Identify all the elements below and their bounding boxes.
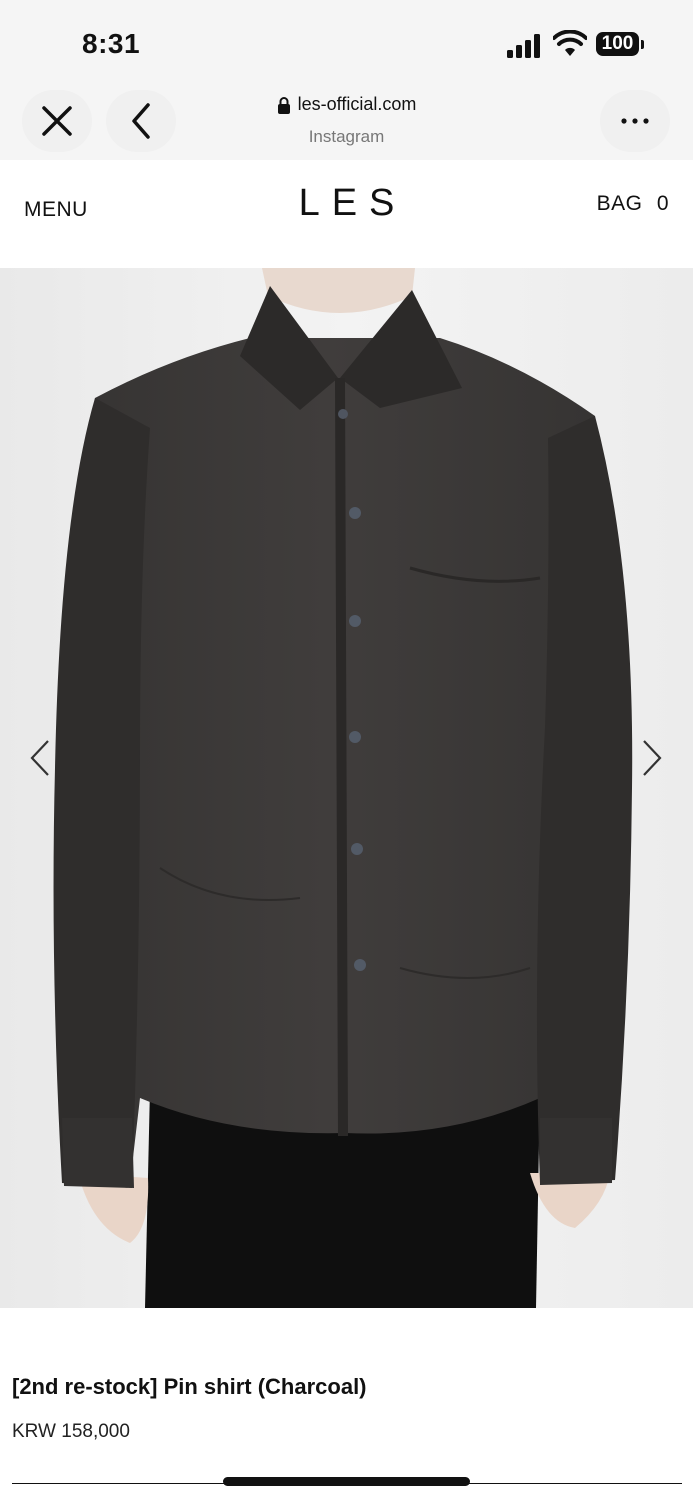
back-chevron-icon	[132, 103, 150, 139]
status-time: 8:31	[82, 28, 141, 59]
bag-count: 0	[656, 192, 669, 215]
product-photo	[0, 268, 693, 1308]
chevron-left-icon[interactable]	[28, 738, 52, 778]
more-options-button[interactable]	[600, 90, 670, 152]
bag-label: BAG	[596, 192, 643, 215]
browser-toolbar: les-official.com Instagram	[0, 90, 693, 160]
lock-icon	[277, 96, 290, 114]
site-header: MENU LES BAG 0	[0, 160, 693, 268]
site-logo[interactable]: LES	[0, 182, 693, 225]
page-source: Instagram	[308, 126, 385, 146]
wifi-icon	[553, 30, 587, 56]
status-bar: 8:31 100	[0, 0, 693, 90]
close-icon	[42, 106, 72, 136]
battery-level: 100	[596, 32, 639, 56]
chevron-right-icon[interactable]	[640, 738, 664, 778]
more-dots-icon	[621, 118, 649, 124]
cellular-signal-icon	[507, 34, 540, 58]
home-indicator[interactable]	[223, 1477, 470, 1486]
product-image[interactable]	[0, 268, 693, 1308]
product-price: KRW 158,000	[12, 1421, 130, 1442]
back-button[interactable]	[106, 90, 176, 152]
close-button[interactable]	[22, 90, 92, 152]
product-title: [2nd re-stock] Pin shirt (Charcoal)	[12, 1374, 367, 1399]
bag-button[interactable]: BAG 0	[597, 192, 669, 216]
battery-icon: 100	[596, 32, 644, 58]
address-bar[interactable]: les-official.com Instagram	[200, 94, 493, 147]
page-url: les-official.com	[297, 94, 417, 114]
